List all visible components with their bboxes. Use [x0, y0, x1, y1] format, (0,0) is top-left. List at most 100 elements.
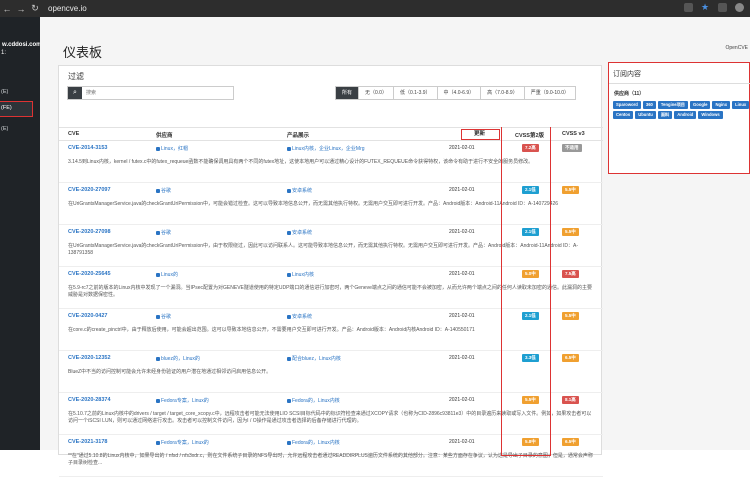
subscription-tag[interactable]: Ubuntu [635, 111, 656, 119]
reload-icon[interactable]: ↻ [28, 3, 42, 14]
filter-high[interactable]: 高（7.0-8.9） [481, 86, 525, 100]
vendor-cell[interactable]: bluez的，Linux的 [156, 355, 200, 362]
product-cell[interactable]: 安卓系统 [287, 187, 312, 194]
subscription-tag[interactable]: Sparoword [613, 101, 641, 109]
cvss-v2-badge: 5.5中 [522, 396, 539, 404]
subscription-tag[interactable]: Tengine项目 [657, 101, 688, 109]
cvss-v3-badge: 6.5中 [562, 354, 579, 362]
col-cvss-v2: CVSS第2版 [515, 133, 545, 139]
subscription-tag[interactable]: Centos [613, 111, 634, 119]
cve-table-body: CVE-2014-3153 Linux，红帽 Linux内核，企业Linux，企业M… [59, 141, 603, 477]
cvss-v3-badge: 8.1高 [562, 396, 579, 404]
cve-id-link[interactable]: CVE-2020-12352 [68, 355, 111, 361]
address-bar[interactable]: opencve.io [48, 4, 87, 13]
product-cell[interactable]: Linux内核，企业Linux，企业Mrg [287, 145, 365, 152]
product-cell[interactable]: 配合bluez，Linux内核 [287, 355, 341, 362]
cve-id-link[interactable]: CVE-2020-28374 [68, 397, 111, 403]
forward-icon[interactable]: → [14, 4, 28, 14]
cve-id-link[interactable]: CVE-2020-0427 [68, 313, 107, 319]
vendor-icon [156, 188, 160, 193]
sidebar-item-3[interactable]: (E) [0, 126, 40, 132]
vendor-text: Fedora专案，Linux的 [161, 440, 209, 446]
vendor-cell[interactable]: Fedora专案，Linux的 [156, 397, 209, 404]
profile-avatar[interactable] [735, 3, 744, 12]
back-icon[interactable]: ← [0, 4, 14, 14]
subscription-tag[interactable]: 360 [642, 101, 656, 109]
search-box: ⌕ [67, 86, 234, 100]
cve-id-link[interactable]: CVE-2020-27097 [68, 187, 111, 193]
updated-date: 2021-02-01 [449, 229, 475, 235]
vendor-text: 谷歌 [161, 230, 172, 236]
filter-none[interactable]: 无（0.0） [359, 86, 394, 100]
subscription-tag[interactable]: 面料 [657, 111, 673, 119]
product-text: 配合bluez，Linux内核 [292, 356, 341, 362]
product-icon [287, 314, 291, 319]
search-input[interactable] [82, 87, 232, 99]
cvss-v2-badge: 7.2高 [522, 144, 539, 152]
product-icon [287, 272, 291, 277]
filter-medium[interactable]: 中（4.0-6.9） [437, 86, 482, 100]
cve-id-link[interactable]: CVE-2021-3178 [68, 439, 107, 445]
sidebar-user: w.cddosi.com [2, 42, 42, 48]
col-cve: CVE [68, 131, 80, 137]
bookmark-star-icon[interactable]: ★ [701, 3, 710, 12]
product-cell[interactable]: 安卓系统 [287, 313, 312, 320]
vendor-cell[interactable]: 谷歌 [156, 313, 171, 320]
header-brand[interactable]: OpenCVE [725, 45, 748, 51]
vendor-cell[interactable]: Fedora专案，Linux的 [156, 439, 209, 446]
cvss-v2-badge: 2.1低 [522, 228, 539, 236]
vendor-cell[interactable]: 谷歌 [156, 187, 171, 194]
menu-icon[interactable] [718, 3, 727, 12]
product-cell[interactable]: Fedora的，Linux内核 [287, 397, 340, 404]
filter-critical[interactable]: 严重（9.0-10.0） [524, 86, 577, 100]
vendor-cell[interactable]: 谷歌 [156, 229, 171, 236]
sidebar-item-1[interactable]: (E) [0, 89, 40, 95]
subscription-tag[interactable]: Google [690, 101, 711, 109]
subscription-tags: Sparoword 360 Tengine项目 Google Nginx Linux Cen… [613, 101, 750, 119]
product-cell[interactable]: Linux内核 [287, 271, 314, 278]
product-cell[interactable]: 安卓系统 [287, 229, 312, 236]
extension-icon[interactable] [684, 3, 693, 12]
product-icon [287, 146, 291, 151]
filter-all[interactable]: 所有 [335, 86, 360, 100]
col-updated: 更新 [461, 129, 501, 140]
browser-actions: ★ [684, 3, 744, 12]
col-product: 产品展示 [287, 133, 310, 139]
subscription-tag[interactable]: Nginx [712, 101, 731, 109]
product-text: 安卓系统 [292, 188, 313, 194]
sidebar-item-2[interactable]: (FE) [0, 101, 33, 117]
cve-description: 在5.9-rc7之前的版本的Linux内核中发现了一个漏洞。当IPsec配置为对… [68, 285, 592, 298]
cve-description: 在5.10.7之前的Linux内核中的drivers / target / ta… [68, 411, 592, 424]
subscription-tag[interactable]: Windows [698, 111, 723, 119]
vendor-text: Linux，红帽 [161, 146, 188, 152]
cve-id-link[interactable]: CVE-2014-3153 [68, 145, 107, 151]
product-cell[interactable]: Fedora的，Linux内核 [287, 439, 340, 446]
vendor-icon [156, 272, 160, 277]
page-title: 仪表板 [63, 45, 103, 60]
vendor-text: 谷歌 [161, 188, 172, 194]
cvss-v2-badge: 2.1低 [522, 186, 539, 194]
search-icon[interactable]: ⌕ [68, 87, 82, 99]
cve-id-link[interactable]: CVE-2020-25645 [68, 271, 111, 277]
vendor-cell[interactable]: Linux的 [156, 271, 178, 278]
product-icon [287, 356, 291, 361]
table-row: CVE-2021-3178 Fedora专案，Linux的 Fedora的，Linu… [59, 435, 603, 477]
cvss-v3-badge: 5.5中 [562, 228, 579, 236]
product-icon [287, 398, 291, 403]
subscription-tag[interactable]: Linux [732, 101, 750, 109]
subscriptions-title: 订阅内容 [613, 71, 641, 78]
vendor-cell[interactable]: Linux，红帽 [156, 145, 188, 152]
subscription-tag[interactable]: Android [674, 111, 697, 119]
main-content: 仪表板 OpenCVE 过滤 ⌕ 所有 无（0.0） 低（0.1-3.9） 中（… [40, 17, 750, 477]
filter-low[interactable]: 低（0.1-3.9） [393, 86, 438, 100]
product-text: Fedora的，Linux内核 [292, 398, 340, 404]
cvss-v3-badge: 7.5高 [562, 270, 579, 278]
cve-description: BlueZ中不当的访问控制可能会允许未经身份验证的用户潜在地通过相邻访问启用信息… [68, 369, 272, 375]
table-row: CVE-2020-27098 谷歌 安卓系统 2021-02-01 2.1低 5.5中 在U… [59, 225, 603, 267]
product-icon [287, 188, 291, 193]
table-row: CVE-2020-12352 bluez的，Linux的 配合bluez，Linux… [59, 351, 603, 393]
vendor-icon [156, 356, 160, 361]
table-row: CVE-2020-28374 Fedora专案，Linux的 Fedora的，Lin… [59, 393, 603, 435]
vendor-text: bluez的，Linux的 [161, 356, 200, 362]
cve-id-link[interactable]: CVE-2020-27098 [68, 229, 111, 235]
